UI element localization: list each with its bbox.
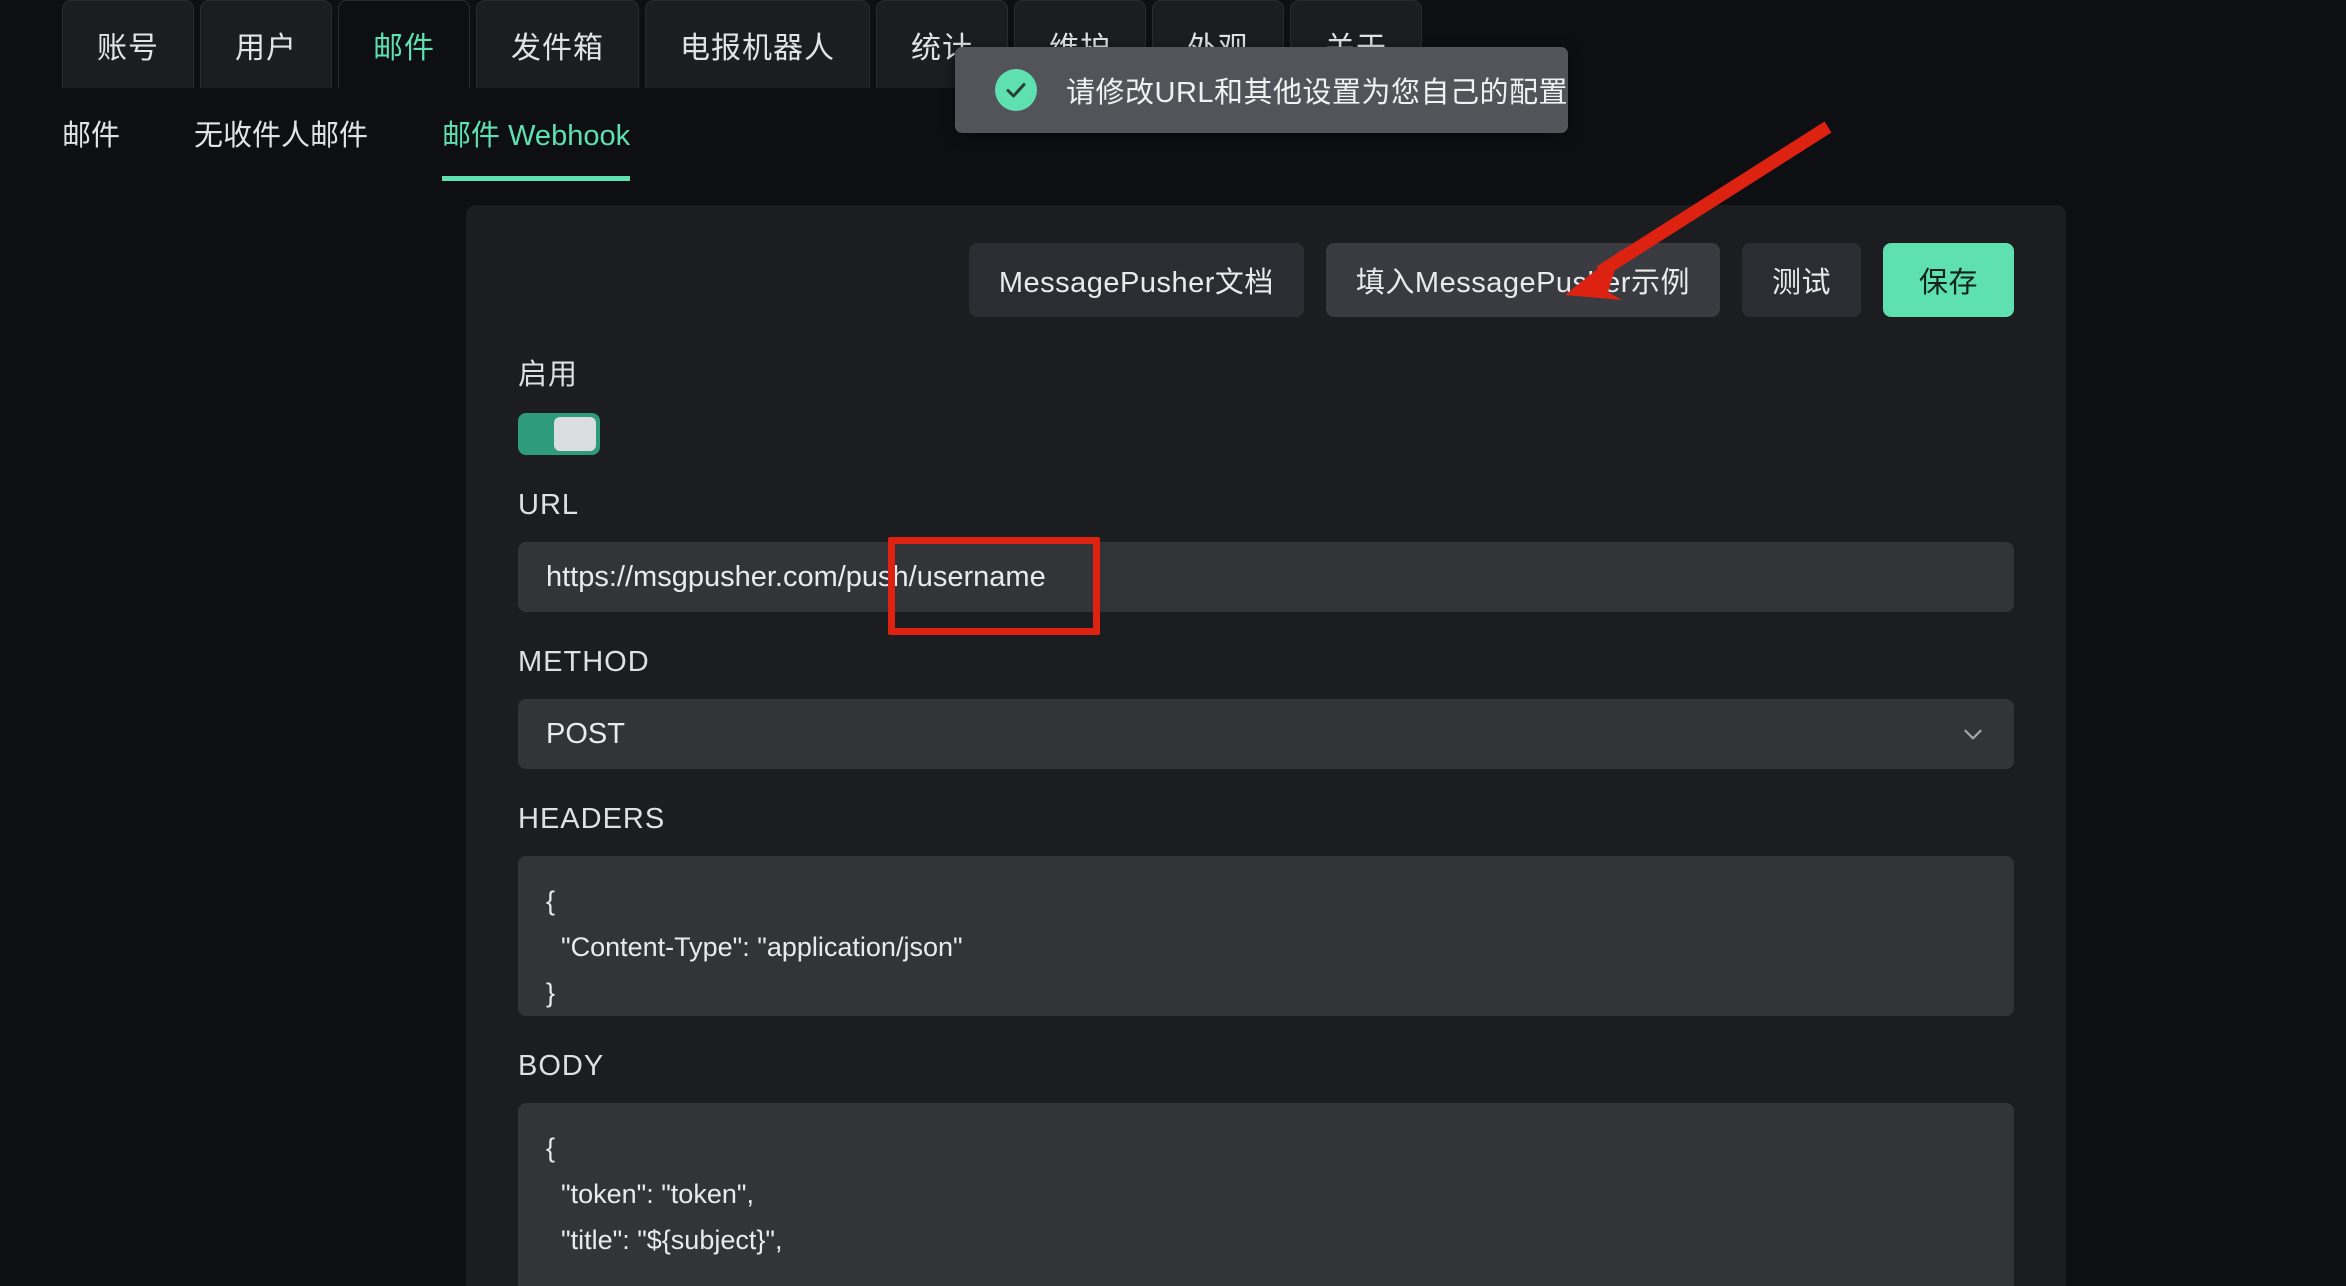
webhook-settings-panel: MessagePusher文档 填入MessagePusher示例 测试 保存 … [466,205,2066,1286]
headers-label: HEADERS [518,803,2014,836]
chevron-down-icon [1960,721,1986,747]
subtab-no-recipient-mail[interactable]: 无收件人邮件 [194,112,368,181]
tab-outbox[interactable]: 发件箱 [476,0,639,88]
tab-label: 邮件 [373,23,435,67]
headers-textarea[interactable]: { "Content-Type": "application/json" } [518,856,2014,1016]
tab-label: 发件箱 [511,23,604,67]
method-label: METHOD [518,646,2014,679]
panel-action-row: MessagePusher文档 填入MessagePusher示例 测试 保存 [518,243,2014,317]
subtab-mail-webhook[interactable]: 邮件 Webhook [442,112,630,181]
check-circle-icon [995,69,1037,111]
body-textarea[interactable]: { "token": "token", "title": "${subject}… [518,1103,2014,1286]
url-label: URL [518,489,2014,522]
body-label: BODY [518,1050,2014,1083]
toast-notification[interactable]: 请修改URL和其他设置为您自己的配置 [955,47,1568,133]
toggle-knob [554,417,596,451]
test-button[interactable]: 测试 [1742,243,1861,317]
enable-field: 启用 [518,351,2014,455]
toast-message: 请修改URL和其他设置为您自己的配置 [1066,69,1568,111]
subtab-label: 邮件 [62,120,120,152]
tab-label: 用户 [235,23,297,67]
tab-label: 账号 [97,23,159,67]
enable-toggle[interactable] [518,413,600,455]
messagepusher-docs-button[interactable]: MessagePusher文档 [969,243,1304,317]
save-button[interactable]: 保存 [1883,243,2014,317]
tab-account[interactable]: 账号 [62,0,194,88]
subtab-label: 无收件人邮件 [194,120,368,152]
sub-tab-bar: 邮件 无收件人邮件 邮件 Webhook [62,112,630,181]
subtab-mail[interactable]: 邮件 [62,112,120,181]
body-field: BODY { "token": "token", "title": "${sub… [518,1050,2014,1286]
tab-users[interactable]: 用户 [200,0,332,88]
method-field: METHOD POST [518,646,2014,769]
subtab-label: 邮件 Webhook [442,120,630,152]
method-selected-value: POST [546,718,625,751]
tab-label: 电报机器人 [680,23,835,67]
method-select[interactable]: POST [518,699,2014,769]
fill-messagepusher-example-button[interactable]: 填入MessagePusher示例 [1326,243,1720,317]
headers-field: HEADERS { "Content-Type": "application/j… [518,803,2014,1016]
url-input[interactable]: https://msgpusher.com/push/username [518,542,2014,612]
enable-label: 启用 [518,351,2014,393]
tab-mail[interactable]: 邮件 [338,0,470,88]
url-field: URL https://msgpusher.com/push/username [518,489,2014,612]
tab-telegram-bot[interactable]: 电报机器人 [645,0,870,88]
